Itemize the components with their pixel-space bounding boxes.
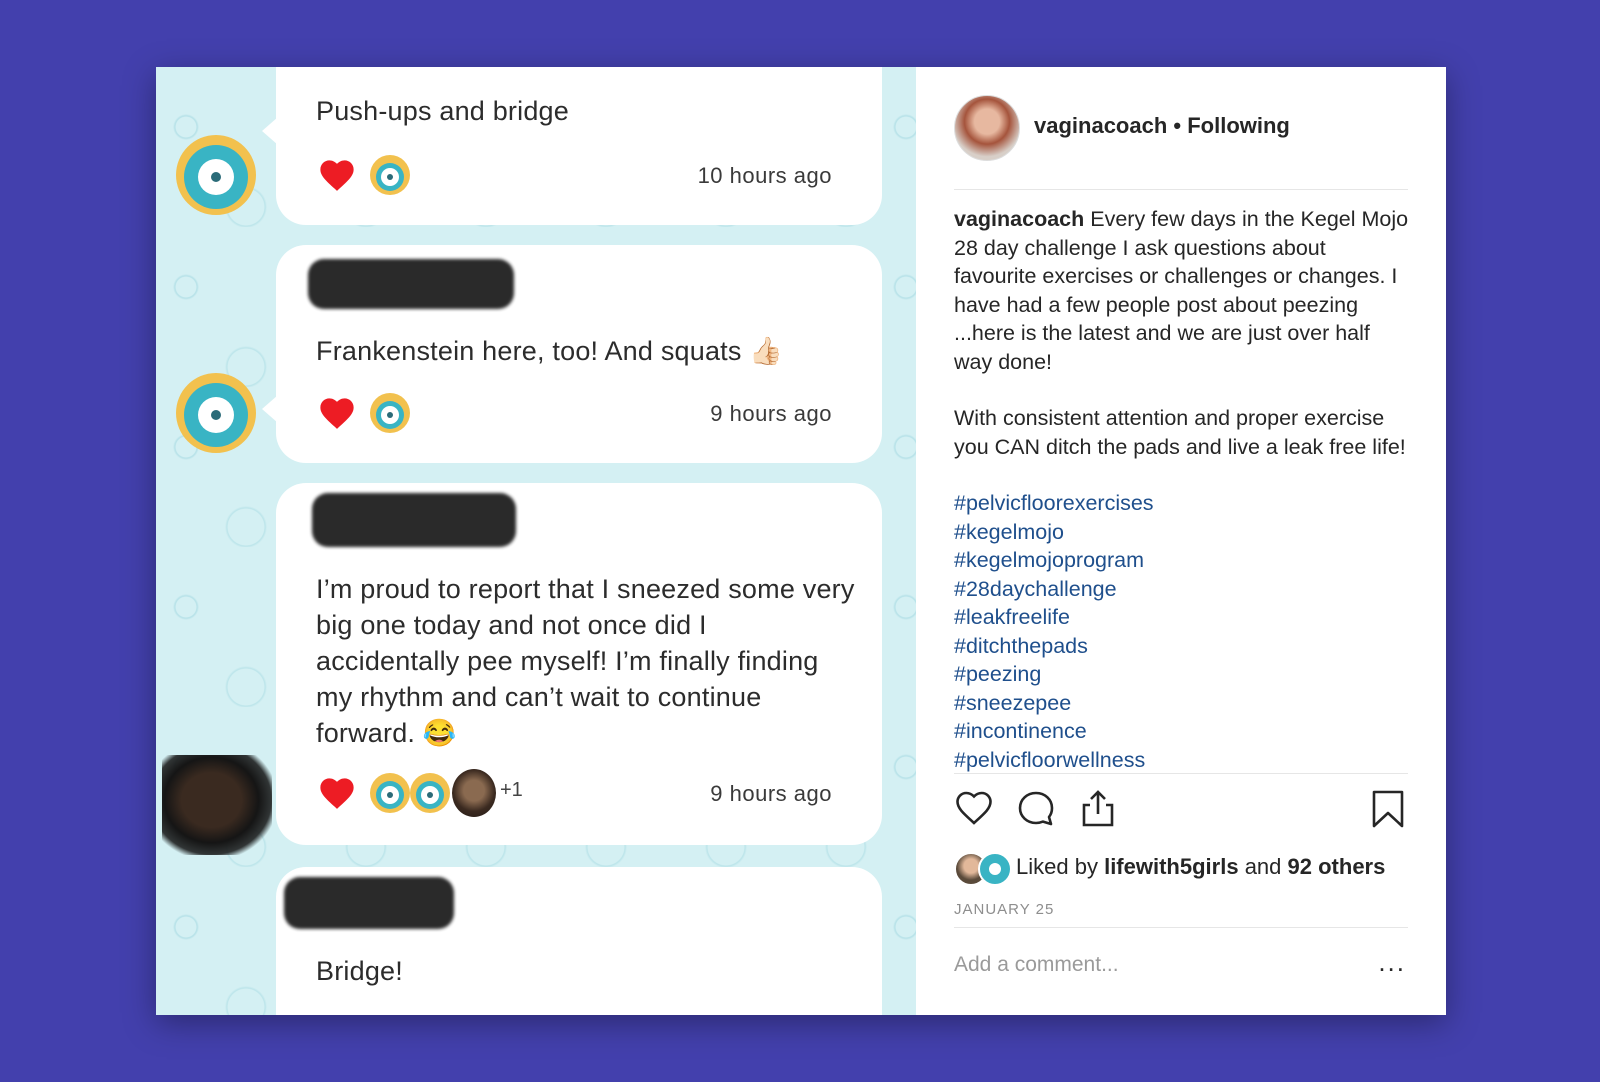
post-actions — [954, 789, 1408, 831]
divider — [954, 773, 1408, 774]
heart-icon[interactable] — [318, 775, 356, 811]
app-avatar — [176, 373, 256, 453]
share-icon[interactable] — [1078, 789, 1118, 829]
hashtag-link[interactable]: #kegelmojo — [954, 518, 1414, 547]
reactor-avatar — [370, 155, 410, 195]
hashtag-link[interactable]: #peezing — [954, 660, 1414, 689]
screenshot-card: Push-ups and bridge 10 hours ago Franken… — [156, 67, 1446, 1015]
hashtag-list: #pelvicfloorexercises #kegelmojo #kegelmoj… — [954, 489, 1414, 774]
message-time: 10 hours ago — [697, 163, 832, 188]
reactor-avatar — [370, 393, 410, 433]
hashtag-link[interactable]: #ditchthepads — [954, 632, 1414, 661]
reactor-avatar — [370, 773, 410, 813]
comment-input[interactable]: Add a comment... — [954, 953, 1119, 977]
app-avatar — [176, 135, 256, 215]
hashtag-link[interactable]: #28daychallenge — [954, 575, 1414, 604]
chat-panel: Push-ups and bridge 10 hours ago Franken… — [156, 67, 916, 1015]
message-time: 9 hours ago — [710, 781, 832, 806]
bookmark-icon[interactable] — [1368, 789, 1408, 829]
redacted-name — [312, 493, 516, 547]
hashtag-link[interactable]: #pelvicfloorwellness — [954, 746, 1414, 775]
liker-avatar — [978, 852, 1012, 886]
instagram-post-panel: vaginacoach • Following vaginacoach Ever… — [916, 67, 1446, 1015]
heart-icon[interactable] — [318, 395, 356, 431]
heart-icon[interactable] — [318, 157, 356, 193]
reactor-photo — [452, 769, 496, 817]
user-photo-avatar — [162, 755, 272, 855]
caption-username[interactable]: vaginacoach — [954, 207, 1084, 231]
liked-prefix: Liked by — [1016, 854, 1098, 879]
follow-status[interactable]: • Following — [1173, 113, 1289, 138]
liked-others-link[interactable]: 92 others — [1288, 854, 1386, 879]
profile-avatar[interactable] — [954, 95, 1020, 161]
username-link[interactable]: vaginacoach — [1034, 113, 1167, 138]
like-heart-icon[interactable] — [954, 789, 994, 829]
message-meta: +1 9 hours ago — [316, 769, 832, 817]
post-header: vaginacoach • Following — [1034, 113, 1290, 139]
hashtag-link[interactable]: #kegelmojoprogram — [954, 546, 1414, 575]
message-text: I’m proud to report that I sneezed some … — [316, 574, 855, 748]
hashtag-link[interactable]: #incontinence — [954, 717, 1414, 746]
chat-message: Push-ups and bridge 10 hours ago — [262, 67, 882, 225]
divider — [954, 189, 1408, 190]
caption-text-2: With consistent attention and proper exe… — [954, 406, 1406, 459]
divider — [954, 927, 1408, 928]
reactor-avatar — [410, 773, 450, 813]
post-caption: vaginacoach Every few days in the Kegel … — [954, 205, 1414, 775]
message-text: Bridge! — [316, 956, 403, 986]
hashtag-link[interactable]: #pelvicfloorexercises — [954, 489, 1414, 518]
message-meta: 9 hours ago — [316, 393, 832, 433]
message-text: Push-ups and bridge — [316, 96, 569, 126]
chat-message: Bridge! — [276, 867, 882, 1015]
chat-message: Frankenstein here, too! And squats 👍🏻 9 … — [262, 245, 882, 463]
liked-user-link[interactable]: lifewith5girls — [1104, 854, 1238, 879]
message-meta: 10 hours ago — [316, 155, 832, 195]
caption-text: Every few days in the Kegel Mojo 28 day … — [954, 207, 1409, 374]
comment-icon[interactable] — [1016, 789, 1056, 829]
extra-reactions-count: +1 — [500, 779, 523, 801]
redacted-name — [284, 877, 454, 929]
message-time: 9 hours ago — [710, 401, 832, 426]
hashtag-link[interactable]: #leakfreelife — [954, 603, 1414, 632]
chat-message: I’m proud to report that I sneezed some … — [276, 483, 882, 845]
redacted-name — [308, 259, 514, 309]
post-date: JANUARY 25 — [954, 901, 1055, 918]
liked-and: and — [1244, 854, 1282, 879]
message-text: Frankenstein here, too! And squats 👍🏻 — [316, 336, 784, 366]
hashtag-link[interactable]: #sneezepee — [954, 689, 1414, 718]
more-options-icon[interactable]: ... — [1378, 947, 1406, 978]
